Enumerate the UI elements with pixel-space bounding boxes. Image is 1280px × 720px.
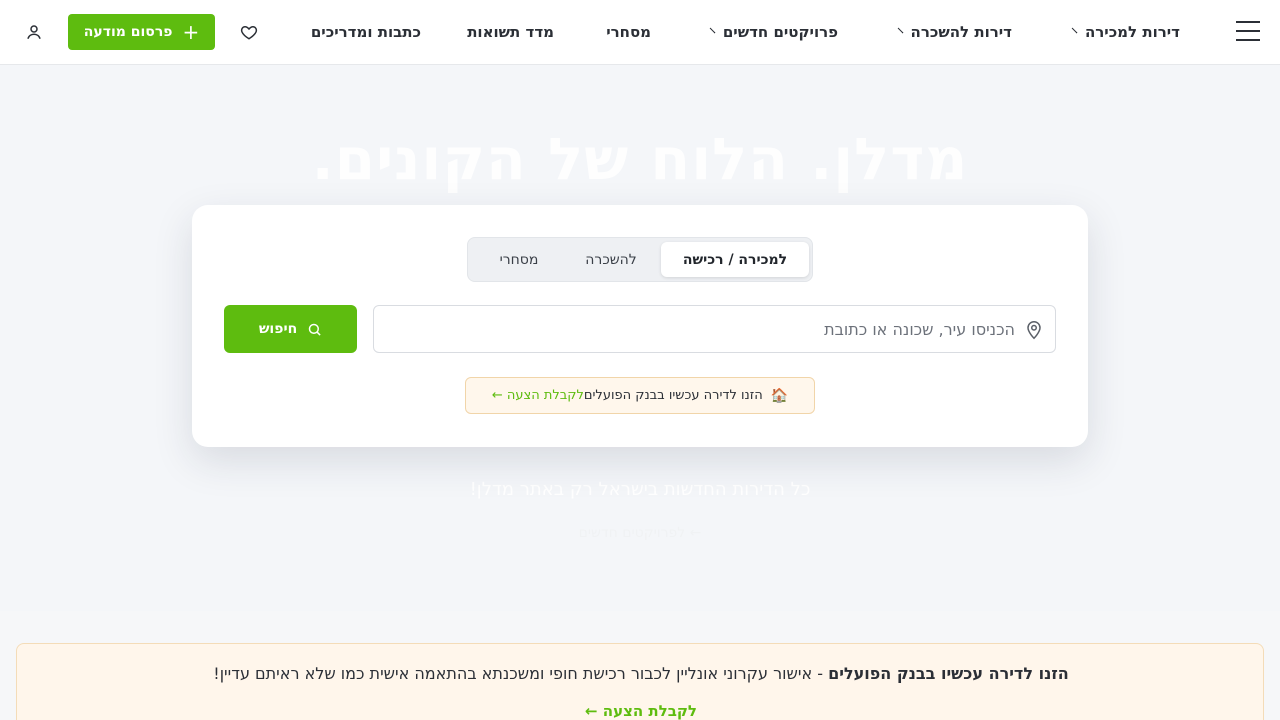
nav-item-articles[interactable]: כתבות ומדריכים (311, 0, 421, 64)
nav-item-new-projects[interactable]: פרויקטים חדשים (709, 0, 838, 64)
search-button-label: חיפוש (258, 321, 298, 337)
chevron-down-icon (1071, 27, 1078, 33)
search-card: למכירה / רכישה להשכרה מסחרי חיפוש 🏠 הזנו… (192, 205, 1088, 447)
nav-item-sale[interactable]: דירות למכירה (1071, 0, 1180, 64)
banner-description: - אישור עקרוני אונליין לכבור רכישת חופי … (213, 664, 829, 683)
promo-box: 🏠 הזנו לדירה עכשיו בבנק הפועלים לקבלת הצ… (465, 377, 815, 414)
post-ad-label: פרסום מודעה (83, 24, 173, 40)
promo-text: הזנו לדירה עכשיו בבנק הפועלים (583, 388, 763, 403)
promo-banner: הזנו לדירה עכשיו בבנק הפועלים - אישור עק… (16, 643, 1264, 720)
nav-item-label: מסחרי (606, 23, 651, 41)
house-icon: 🏠 (770, 387, 789, 404)
nav-item-label: כתבות ומדריכים (310, 23, 421, 41)
nav-item-label: מדד תשואות (467, 23, 554, 41)
banner-bold-text: הזנו לדירה עכשיו בבנק הפועלים (828, 664, 1069, 683)
hero-new-projects-link[interactable]: ← לפרויקטים חדשים (0, 525, 1280, 541)
hero-subtitle: כל הדירות החדשות בישראל רק באתר מדלן! (469, 479, 811, 500)
search-icon (308, 323, 321, 336)
nav-item-label: דירות למכירה (1084, 23, 1180, 41)
site-header: דירות למכירה דירות להשכרה פרויקטים חדשים… (0, 0, 1280, 65)
nav-item-label: פרויקטים חדשים (722, 23, 838, 41)
chevron-down-icon (709, 27, 716, 33)
chevron-down-icon (897, 27, 903, 33)
nav-item-rent[interactable]: דירות להשכרה (897, 0, 1012, 64)
hamburger-menu-icon[interactable] (1236, 21, 1260, 43)
post-ad-button[interactable]: פרסום מודעה + (68, 14, 215, 50)
hero-title: מדלן. הלוח של הקונים. (311, 125, 969, 193)
tab-sale[interactable]: למכירה / רכישה (661, 242, 809, 277)
heart-icon[interactable] (240, 23, 258, 41)
search-field (373, 305, 1056, 353)
banner-link[interactable]: לקבלת הצעה ← (17, 702, 1265, 720)
plus-icon: + (182, 20, 200, 44)
search-tabs: למכירה / רכישה להשכרה מסחרי (467, 237, 813, 282)
promo-link[interactable]: לקבלת הצעה ← (492, 388, 584, 403)
nav-item-commercial[interactable]: מסחרי (606, 0, 651, 64)
tab-rent[interactable]: להשכרה (565, 242, 657, 277)
nav-item-yield-index[interactable]: מדד תשואות (467, 0, 554, 64)
search-input[interactable] (374, 306, 1019, 352)
search-button[interactable]: חיפוש (224, 305, 357, 353)
banner-text: הזנו לדירה עכשיו בבנק הפועלים - אישור עק… (17, 664, 1265, 683)
nav-item-label: דירות להשכרה (910, 23, 1012, 41)
location-pin-icon (1027, 321, 1041, 340)
tab-commercial[interactable]: מסחרי (476, 242, 562, 277)
user-icon[interactable] (25, 23, 43, 41)
